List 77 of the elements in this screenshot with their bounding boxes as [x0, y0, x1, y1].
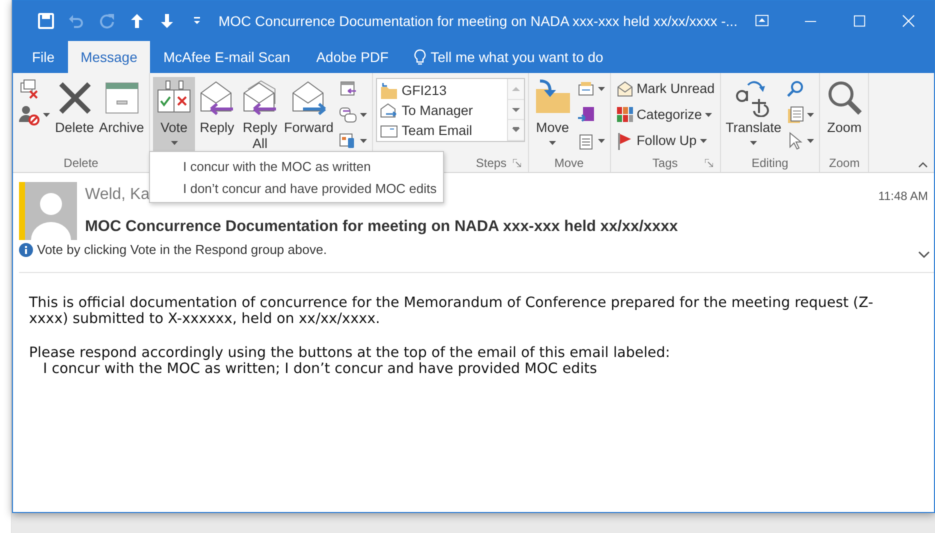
menu-item[interactable]: I don’t concur and have provided MOC edits [150, 177, 443, 199]
ribbon-tab[interactable]: File [19, 41, 68, 73]
document-icon [786, 106, 804, 124]
caret-icon [704, 113, 712, 117]
expand-header-icon[interactable] [918, 251, 930, 259]
small-ribbon-button[interactable]: Follow Up [614, 129, 717, 153]
caret-icon [700, 139, 707, 143]
caret-icon [598, 139, 605, 143]
received-time: 11:48 AM [878, 188, 928, 205]
rules-icon [576, 80, 595, 98]
lightbulb-icon [414, 48, 426, 66]
envelope-arrow-icon [380, 102, 398, 120]
group-label: Tags [652, 155, 678, 172]
caret-icon [549, 141, 556, 146]
ribbon-tab[interactable]: Message [68, 41, 150, 73]
meeting-device-icon [338, 132, 357, 150]
block-sender-icon [18, 104, 40, 126]
caret-icon [807, 113, 814, 117]
ribbon-display-icon[interactable] [755, 14, 770, 28]
ribbon-tab[interactable]: Adobe PDF [303, 41, 402, 73]
up-arrow-icon[interactable] [128, 13, 145, 29]
info-icon [19, 242, 33, 257]
group-label: Editing [752, 155, 788, 172]
maximize-icon[interactable] [853, 14, 868, 28]
body-paragraph: This is official documentation of concurrence for the Memorandum of Conference prepared for the meeting request (Z-xxxx) submitted to X-xxxxxx, held on xx/xx/xxxx. [29, 295, 874, 328]
down-arrow-icon[interactable] [159, 13, 176, 29]
calendar-icon [338, 80, 357, 98]
message-subject: MOC Concurrence Documentation for meeting on NADA xxx-xxx held xx/xx/xxxx [85, 217, 678, 237]
small-ribbon-button[interactable]: Categorize [614, 103, 717, 127]
large-ribbon-button[interactable]: Move [532, 77, 574, 154]
large-ribbon-button[interactable]: Translate [724, 77, 784, 154]
search-icon [786, 80, 804, 98]
quick-step-item[interactable]: Team Email [380, 121, 504, 141]
caret-icon [170, 141, 178, 146]
large-ribbon-button[interactable]: Zoom [823, 77, 866, 154]
dialog-launcher-icon[interactable] [512, 159, 521, 167]
collapse-ribbon-icon[interactable] [918, 162, 928, 168]
ignore-icon [18, 78, 40, 100]
avatar-icon [25, 182, 77, 240]
folder-icon [380, 82, 398, 100]
group-label: Steps [476, 155, 507, 172]
ribbon-tab[interactable]: McAfee E-mail Scan [150, 41, 304, 73]
caret-icon [807, 139, 814, 143]
category-icon [616, 106, 634, 124]
close-icon[interactable] [902, 14, 916, 28]
large-ribbon-button[interactable]: Vote [153, 77, 196, 154]
icon-button[interactable] [16, 103, 52, 127]
large-ribbon-button[interactable]: Archive [97, 77, 146, 154]
group-label: Delete [64, 155, 98, 172]
forward-icon [290, 79, 328, 117]
chat-icon [338, 106, 357, 124]
envelope-icon [616, 80, 634, 98]
group-label: Zoom [829, 155, 860, 172]
caret-icon [360, 113, 367, 117]
expand-gallery-icon[interactable] [512, 127, 520, 134]
group-label: Move [554, 155, 584, 172]
caret-icon [360, 139, 367, 143]
window-title: MOC Concurrence Documentation for meeting on NADA xxx-xxx held xx/xx/xxxx -... [218, 12, 738, 31]
save-icon[interactable] [38, 13, 54, 29]
scroll-down-icon[interactable] [512, 106, 520, 112]
quick-step-item[interactable]: To Manager [380, 101, 504, 121]
body-paragraph: Please respond accordingly using the buttons at the top of the email of this email labeled: [29, 344, 672, 362]
quick-step-item[interactable]: GFI213 [380, 81, 504, 101]
large-ribbon-button[interactable]: Delete [53, 77, 96, 154]
small-ribbon-button[interactable]: Mark Unread [614, 77, 717, 101]
category-bar [19, 182, 25, 240]
caret-icon [750, 141, 757, 146]
notebook-icon [576, 106, 595, 124]
caret-icon [43, 113, 50, 117]
tell-me-button[interactable]: Tell me what you want to do [410, 41, 608, 73]
menu-item[interactable]: I concur with the MOC as written [150, 155, 443, 177]
caret-icon [598, 87, 605, 91]
info-text: Vote by clicking Vote in the Respond group above. [37, 241, 327, 259]
sender-name: Weld, Ka [85, 185, 150, 205]
body-paragraph: I concur with the MOC as written; I don’t concur and have provided MOC edits [42, 361, 598, 378]
actions-icon [576, 132, 595, 150]
dialog-launcher-icon[interactable] [704, 159, 713, 167]
